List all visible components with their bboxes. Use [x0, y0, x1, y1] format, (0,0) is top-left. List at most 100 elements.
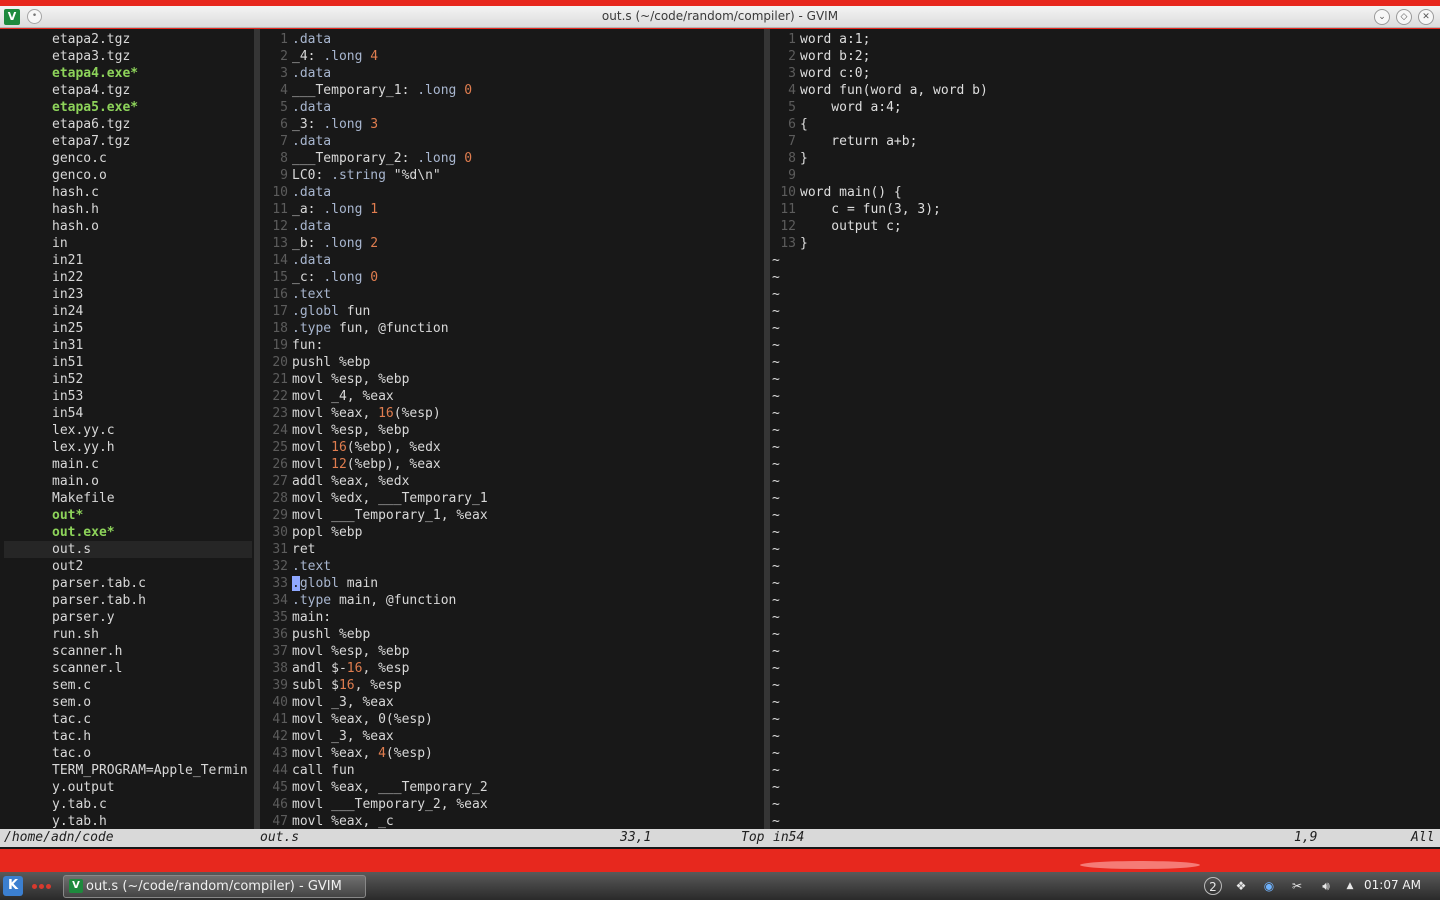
- code-line[interactable]: 15 _c: .long 0: [260, 269, 762, 286]
- file-list-item[interactable]: etapa7.tgz: [4, 133, 252, 150]
- tray-expand-icon[interactable]: ▲: [1344, 877, 1356, 895]
- code-line[interactable]: 23 movl %eax, 16(%esp): [260, 405, 762, 422]
- file-list-item[interactable]: in24: [4, 303, 252, 320]
- file-list-item[interactable]: sem.o: [4, 694, 252, 711]
- file-list-item[interactable]: out*: [4, 507, 252, 524]
- code-line[interactable]: 47 movl %eax, _c: [260, 813, 762, 830]
- code-line[interactable]: 30 popl %ebp: [260, 524, 762, 541]
- code-line[interactable]: 9: [772, 167, 1436, 184]
- file-list-item[interactable]: out.s: [4, 541, 252, 558]
- file-list-item[interactable]: etapa3.tgz: [4, 48, 252, 65]
- file-list-item[interactable]: genco.o: [4, 167, 252, 184]
- code-line[interactable]: 45 movl %eax, ___Temporary_2: [260, 779, 762, 796]
- clock[interactable]: 01:07 AM: [1364, 878, 1421, 892]
- file-list-item[interactable]: in51: [4, 354, 252, 371]
- code-line[interactable]: 16 .text: [260, 286, 762, 303]
- task-button-gvim[interactable]: V out.s (~/code/random/compiler) - GVIM: [63, 875, 366, 898]
- code-line[interactable]: 10 word main() {: [772, 184, 1436, 201]
- file-list-item[interactable]: etapa4.exe*: [4, 65, 252, 82]
- code-line[interactable]: 2 _4: .long 4: [260, 48, 762, 65]
- source-buffer-pane[interactable]: 1 word a:1; 2 word b:2; 3 word c:0; 4 word fun(…: [772, 31, 1436, 831]
- file-list-item[interactable]: in53: [4, 388, 252, 405]
- vertical-split[interactable]: [764, 29, 770, 831]
- code-line[interactable]: 1 .data: [260, 31, 762, 48]
- file-list-item[interactable]: in23: [4, 286, 252, 303]
- file-list-item[interactable]: Makefile: [4, 490, 252, 507]
- asm-buffer-pane[interactable]: 1 .data 2 _4: .long 4 3 .data 4 ___Temporary_1:…: [260, 31, 762, 831]
- code-line[interactable]: 32 .text: [260, 558, 762, 575]
- file-list-item[interactable]: in21: [4, 252, 252, 269]
- file-list-item[interactable]: etapa6.tgz: [4, 116, 252, 133]
- file-list-item[interactable]: hash.h: [4, 201, 252, 218]
- code-line[interactable]: 24 movl %esp, %ebp: [260, 422, 762, 439]
- file-list-item[interactable]: in52: [4, 371, 252, 388]
- code-line[interactable]: 9 LC0: .string "%d\n": [260, 167, 762, 184]
- code-line[interactable]: 40 movl _3, %eax: [260, 694, 762, 711]
- code-line[interactable]: 3 .data: [260, 65, 762, 82]
- code-line[interactable]: 42 movl _3, %eax: [260, 728, 762, 745]
- code-line[interactable]: 22 movl _4, %eax: [260, 388, 762, 405]
- code-line[interactable]: 2 word b:2;: [772, 48, 1436, 65]
- code-line[interactable]: 37 movl %esp, %ebp: [260, 643, 762, 660]
- code-line[interactable]: 12 output c;: [772, 218, 1436, 235]
- kde-menu-icon[interactable]: K: [3, 876, 23, 896]
- file-list-item[interactable]: y.tab.c: [4, 796, 252, 813]
- volume-icon[interactable]: 🔊︎: [1314, 877, 1338, 895]
- code-line[interactable]: 33 .globl main: [260, 575, 762, 592]
- code-line[interactable]: 7 return a+b;: [772, 133, 1436, 150]
- file-list-item[interactable]: genco.c: [4, 150, 252, 167]
- file-list-item[interactable]: main.o: [4, 473, 252, 490]
- dropbox-icon[interactable]: ❖: [1232, 877, 1250, 895]
- code-line[interactable]: 6 _3: .long 3: [260, 116, 762, 133]
- code-line[interactable]: 4 word fun(word a, word b): [772, 82, 1436, 99]
- minimize-icon[interactable]: ⌄: [1374, 9, 1390, 25]
- file-list-item[interactable]: in31: [4, 337, 252, 354]
- code-line[interactable]: 3 word c:0;: [772, 65, 1436, 82]
- file-list-item[interactable]: hash.o: [4, 218, 252, 235]
- maximize-icon[interactable]: ◇: [1396, 9, 1412, 25]
- file-list-item[interactable]: scanner.h: [4, 643, 252, 660]
- file-list-item[interactable]: TERM_PROGRAM=Apple_Termin: [4, 762, 252, 779]
- code-line[interactable]: 14 .data: [260, 252, 762, 269]
- file-list-item[interactable]: scanner.l: [4, 660, 252, 677]
- file-list-item[interactable]: lex.yy.h: [4, 439, 252, 456]
- file-list-item[interactable]: tac.o: [4, 745, 252, 762]
- code-line[interactable]: 8}: [772, 150, 1436, 167]
- scissors-icon[interactable]: ✂: [1288, 877, 1306, 895]
- file-list-item[interactable]: y.tab.h: [4, 813, 252, 830]
- code-line[interactable]: 13 _b: .long 2: [260, 235, 762, 252]
- file-list-item[interactable]: main.c: [4, 456, 252, 473]
- file-list-item[interactable]: in25: [4, 320, 252, 337]
- file-list-item[interactable]: etapa2.tgz: [4, 31, 252, 48]
- file-list-item[interactable]: run.sh: [4, 626, 252, 643]
- file-list-item[interactable]: in54: [4, 405, 252, 422]
- file-list-item[interactable]: parser.tab.c: [4, 575, 252, 592]
- code-line[interactable]: 21 movl %esp, %ebp: [260, 371, 762, 388]
- code-line[interactable]: 5 word a:4;: [772, 99, 1436, 116]
- window-titlebar[interactable]: V • out.s (~/code/random/compiler) - GVI…: [0, 6, 1440, 28]
- file-list-item[interactable]: parser.tab.h: [4, 592, 252, 609]
- code-line[interactable]: 41 movl %eax, 0(%esp): [260, 711, 762, 728]
- close-icon[interactable]: ✕: [1418, 9, 1434, 25]
- code-line[interactable]: 20 pushl %ebp: [260, 354, 762, 371]
- code-line[interactable]: 4 ___Temporary_1: .long 0: [260, 82, 762, 99]
- code-line[interactable]: 7 .data: [260, 133, 762, 150]
- file-list-item[interactable]: in: [4, 235, 252, 252]
- code-line[interactable]: 46 movl ___Temporary_2, %eax: [260, 796, 762, 813]
- code-line[interactable]: 39 subl $16, %esp: [260, 677, 762, 694]
- code-line[interactable]: 18 .type fun, @function: [260, 320, 762, 337]
- notification-count-icon[interactable]: 2: [1204, 877, 1222, 895]
- file-list-item[interactable]: y.output: [4, 779, 252, 796]
- code-line[interactable]: 17 .globl fun: [260, 303, 762, 320]
- file-list-item[interactable]: etapa4.tgz: [4, 82, 252, 99]
- code-line[interactable]: 11 c = fun(3, 3);: [772, 201, 1436, 218]
- network-icon[interactable]: ◉: [1260, 877, 1278, 895]
- code-line[interactable]: 13}: [772, 235, 1436, 252]
- code-line[interactable]: 19 fun:: [260, 337, 762, 354]
- code-line[interactable]: 1 word a:1;: [772, 31, 1436, 48]
- file-list-item[interactable]: tac.c: [4, 711, 252, 728]
- file-list-item[interactable]: hash.c: [4, 184, 252, 201]
- code-line[interactable]: 36 pushl %ebp: [260, 626, 762, 643]
- file-list-item[interactable]: out.exe*: [4, 524, 252, 541]
- file-list-item[interactable]: sem.c: [4, 677, 252, 694]
